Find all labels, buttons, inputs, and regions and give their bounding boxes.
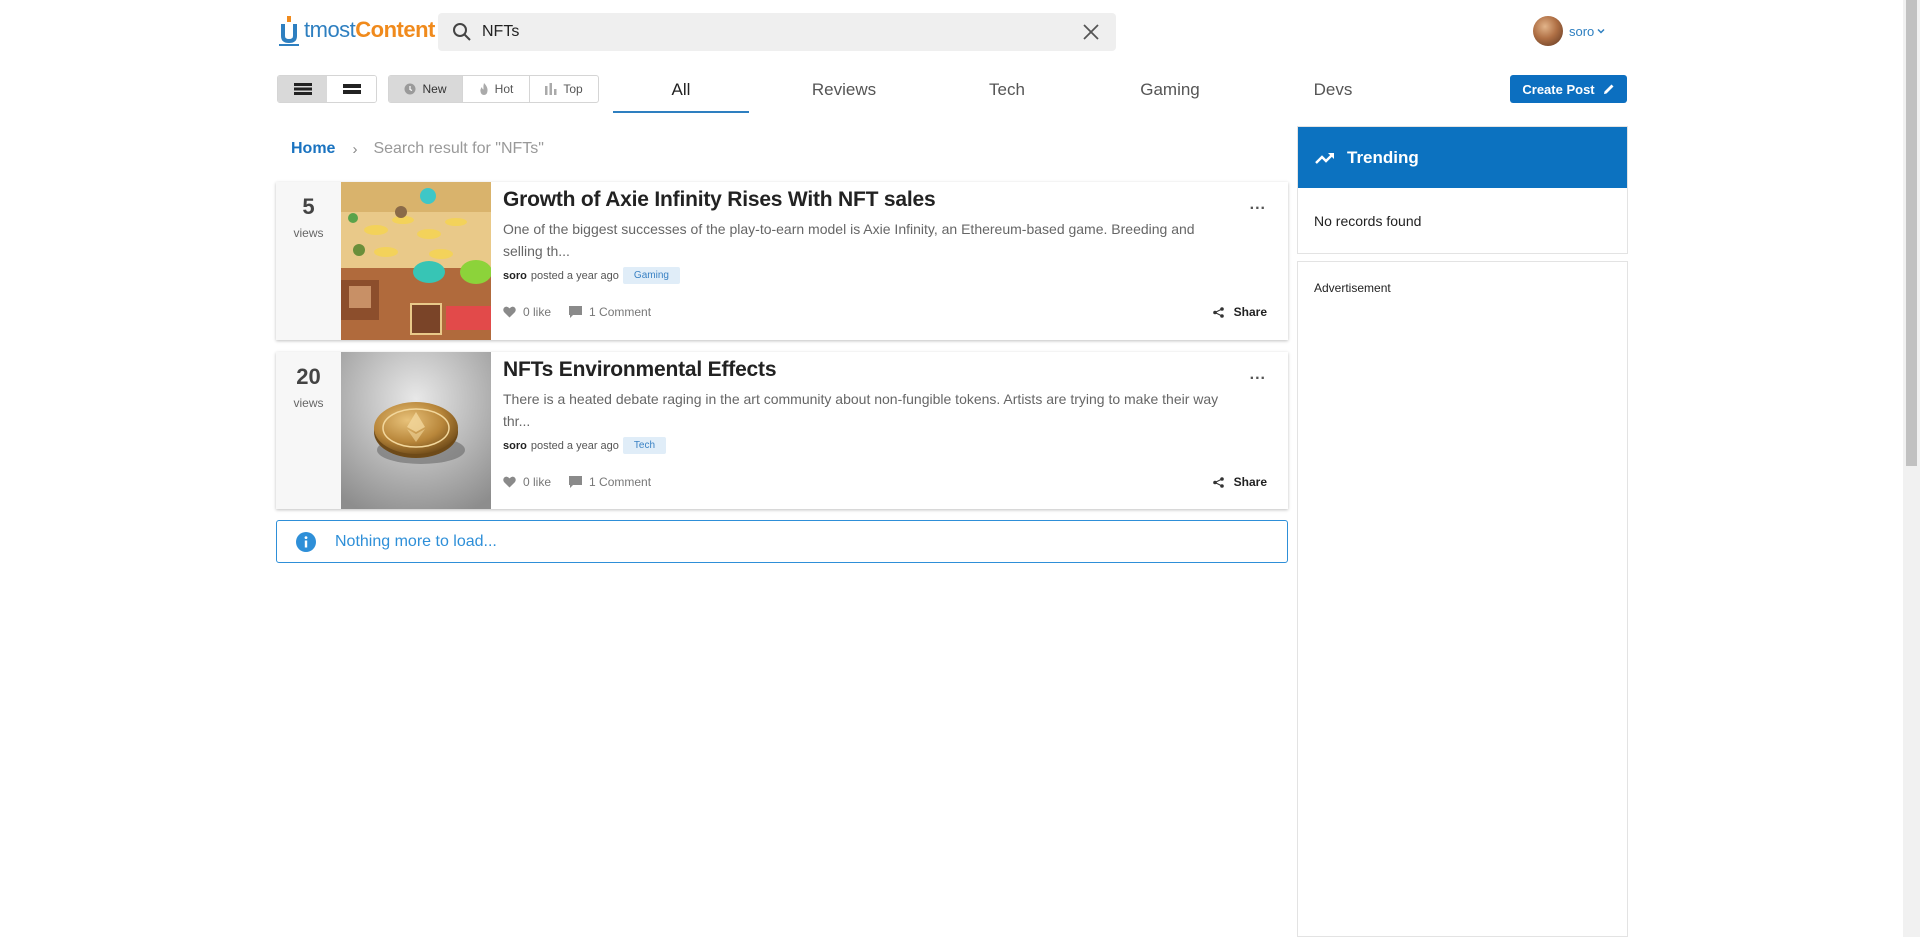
tab-reviews[interactable]: Reviews [776, 70, 912, 113]
pencil-icon [1603, 84, 1614, 94]
share-label: Share [1233, 305, 1267, 319]
like-count: 0 like [523, 305, 552, 319]
share-button[interactable]: Share [1212, 475, 1267, 489]
like-count: 0 like [523, 475, 552, 489]
trending-title: Trending [1347, 147, 1419, 167]
share-icon [1212, 306, 1224, 318]
post-title[interactable]: Growth of Axie Infinity Rises With NFT s… [503, 188, 1276, 212]
user-name[interactable]: soro [1569, 24, 1594, 39]
advertisement-panel: Advertisement [1297, 261, 1628, 937]
list-view-button[interactable] [278, 76, 327, 102]
trending-header: Trending [1298, 127, 1627, 188]
search-input[interactable]: NFTs [482, 23, 1082, 41]
like-button[interactable]: 0 like [503, 475, 551, 489]
view-toggle [277, 75, 377, 103]
comment-count: 1 Comment [589, 475, 652, 489]
post-actions: 0 like 1 Comment [503, 475, 669, 489]
view-count-number: 5 [302, 194, 315, 219]
view-count-number: 20 [296, 364, 321, 389]
close-icon[interactable] [1082, 23, 1100, 41]
comment-button[interactable]: 1 Comment [569, 305, 651, 319]
sort-group: New Hot Top [388, 75, 599, 103]
search-bar[interactable]: NFTs [438, 13, 1116, 51]
tab-gaming[interactable]: Gaming [1102, 70, 1238, 113]
post-thumbnail[interactable] [341, 352, 491, 510]
logo-cup-icon [277, 14, 301, 46]
breadcrumb-home[interactable]: Home [291, 140, 335, 158]
post-card[interactable]: 20 views NFTs Environmental Effects Ther… [276, 352, 1288, 509]
view-count-label: views [293, 226, 324, 240]
create-post-button[interactable]: Create Post [1510, 75, 1627, 103]
post-tag[interactable]: Tech [622, 437, 667, 454]
sort-new-label: New [422, 82, 447, 96]
post-card[interactable]: 5 views Growth of Axie Infinity Rises Wi… [276, 182, 1288, 340]
trending-up-icon [1315, 152, 1334, 164]
post-excerpt: One of the biggest successes of the play… [503, 221, 1195, 259]
like-button[interactable]: 0 like [503, 305, 551, 319]
compact-view-button[interactable] [327, 76, 376, 102]
breadcrumb: Home › Search result for "NFTs" [291, 140, 544, 158]
bar-chart-icon [545, 83, 557, 95]
trending-empty: No records found [1314, 213, 1422, 229]
avatar[interactable] [1533, 16, 1563, 46]
share-button[interactable]: Share [1212, 305, 1267, 319]
post-meta: soro posted a year ago Gaming [503, 267, 1276, 284]
comment-icon [569, 476, 583, 488]
share-label: Share [1233, 475, 1267, 489]
logo-text: tmostContent [304, 17, 435, 42]
share-icon [1212, 476, 1224, 488]
end-of-list-text: Nothing more to load... [335, 532, 497, 550]
heart-icon [503, 306, 516, 318]
advertisement-label: Advertisement [1314, 281, 1391, 295]
post-meta: soro posted a year ago Tech [503, 437, 1276, 454]
post-author[interactable]: soro [503, 440, 527, 452]
breadcrumb-current: Search result for "NFTs" [373, 140, 544, 157]
tab-tech[interactable]: Tech [939, 70, 1075, 113]
comment-count: 1 Comment [589, 305, 652, 319]
create-post-label: Create Post [1522, 81, 1595, 97]
site-logo[interactable]: tmostContent [277, 12, 435, 48]
chevron-down-icon[interactable] [1596, 26, 1606, 36]
search-icon [453, 23, 471, 41]
comment-icon [569, 306, 583, 318]
sort-hot-label: Hot [494, 82, 514, 96]
post-time: posted a year ago [530, 439, 619, 452]
scrollbar-thumb[interactable] [1906, 0, 1917, 466]
trending-panel: Trending No records found [1297, 126, 1628, 254]
more-options-button[interactable]: ... [1250, 196, 1266, 214]
end-of-list-notice: Nothing more to load... [276, 520, 1288, 563]
post-actions: 0 like 1 Comment [503, 305, 669, 319]
breadcrumb-separator: › [352, 140, 358, 158]
sort-top-button[interactable]: Top [530, 76, 598, 102]
post-content: Growth of Axie Infinity Rises With NFT s… [491, 182, 1288, 340]
clock-icon [404, 83, 416, 95]
heart-icon [503, 476, 516, 488]
more-options-button[interactable]: ... [1250, 366, 1266, 384]
view-count: 5 views [276, 182, 341, 340]
user-menu[interactable]: soro [1533, 16, 1606, 46]
info-icon [296, 531, 316, 552]
tab-devs[interactable]: Devs [1265, 70, 1401, 113]
sort-hot-button[interactable]: Hot [463, 76, 530, 102]
view-count: 20 views [276, 352, 341, 509]
compact-list-icon [342, 84, 361, 94]
list-icon [293, 83, 312, 95]
sort-new-button[interactable]: New [389, 76, 463, 102]
tab-all[interactable]: All [613, 70, 749, 113]
view-count-label: views [293, 396, 324, 410]
post-time: posted a year ago [530, 269, 619, 282]
post-author[interactable]: soro [503, 270, 527, 282]
post-content: NFTs Environmental Effects There is a he… [491, 352, 1288, 509]
post-title[interactable]: NFTs Environmental Effects [503, 358, 1276, 382]
post-excerpt: There is a heated debate raging in the a… [503, 391, 1219, 429]
comment-button[interactable]: 1 Comment [569, 475, 651, 489]
category-tabs: All Reviews Tech Gaming Devs [613, 70, 1401, 113]
flame-icon [480, 83, 488, 95]
post-thumbnail[interactable] [341, 182, 491, 340]
sort-top-label: Top [563, 82, 583, 96]
page-scrollbar[interactable] [1903, 0, 1920, 937]
post-tag[interactable]: Gaming [622, 267, 680, 284]
